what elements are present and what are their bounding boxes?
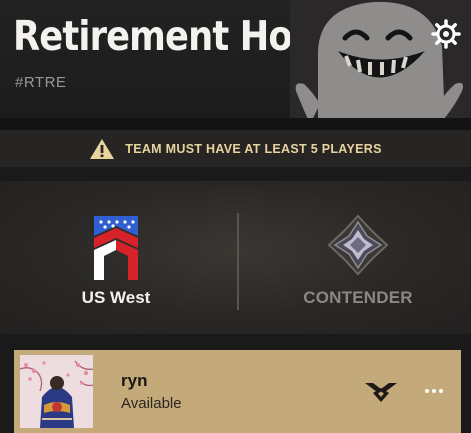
member-row[interactable]: ryn Available [14, 350, 461, 433]
rank-label: CONTENDER [303, 288, 413, 307]
member-name: ryn [121, 371, 148, 390]
contender-rank-icon [327, 214, 389, 276]
more-dot-icon [425, 389, 429, 393]
avatar [20, 355, 93, 428]
member-status: Available [121, 395, 182, 412]
team-header: Retirement Home #RTRE [0, 0, 471, 118]
region-label: US West [81, 288, 151, 307]
warning-text: TEAM MUST HAVE AT LEAST 5 PLAYERS [125, 141, 382, 156]
warning-icon [90, 138, 115, 159]
more-dot-icon [432, 389, 436, 393]
spacer [0, 334, 471, 350]
more-options-button[interactable] [419, 379, 449, 403]
settings-gear-icon[interactable] [431, 19, 461, 49]
warning-banner: TEAM MUST HAVE AT LEAST 5 PLAYERS [0, 130, 471, 167]
team-info-panel: US West CONTENDER [0, 181, 471, 334]
region-block: US West [60, 214, 172, 314]
panel-divider [237, 213, 239, 310]
team-tag: #RTRE [15, 74, 67, 91]
more-dot-icon [439, 389, 443, 393]
rank-block: CONTENDER [288, 214, 428, 314]
member-rank-icon [365, 383, 397, 402]
divider-band [0, 118, 471, 130]
avatar-image-icon [20, 355, 93, 428]
ghost-mascot-icon [290, 0, 471, 118]
us-flag-icon [94, 216, 138, 280]
